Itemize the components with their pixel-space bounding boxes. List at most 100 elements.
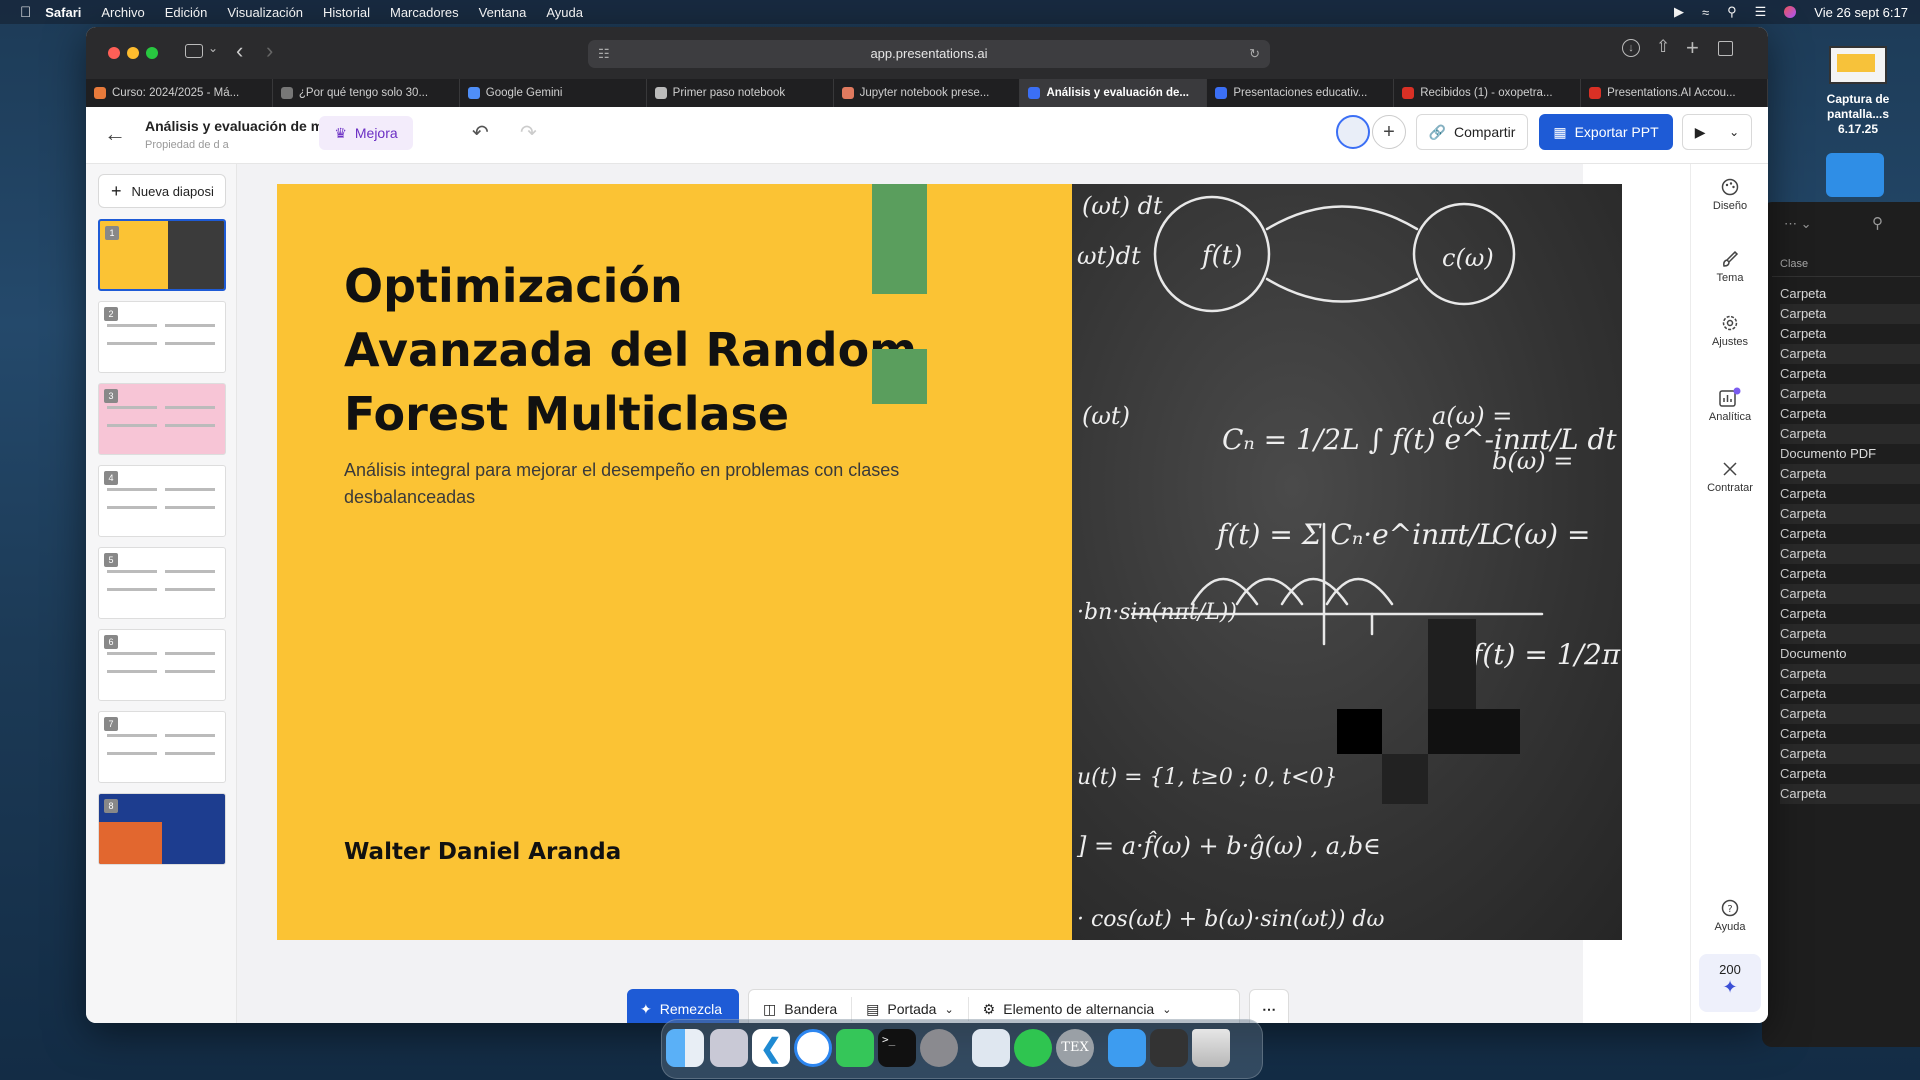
slide-thumbnail[interactable]: 2 <box>98 301 226 373</box>
export-ppt-button[interactable]: ▦ Exportar PPT <box>1539 114 1673 150</box>
terminal-dock-icon[interactable]: >_ <box>878 1029 916 1067</box>
add-collaborator-icon[interactable]: + <box>1372 115 1406 149</box>
browser-tab[interactable]: Jupyter notebook prese... <box>834 79 1021 107</box>
slide-author[interactable]: Walter Daniel Aranda <box>344 839 621 865</box>
redo-icon[interactable]: ↷ <box>520 120 537 145</box>
slide-title[interactable]: Optimización Avanzada del Random Forest … <box>344 254 944 446</box>
finder-row[interactable]: Carpeta <box>1780 344 1920 364</box>
close-window-button[interactable] <box>108 47 120 59</box>
play-circle-icon[interactable]: ▶ <box>1674 4 1684 20</box>
trash-dock-icon[interactable] <box>1192 1029 1230 1067</box>
browser-tab[interactable]: Google Gemini <box>460 79 647 107</box>
design-tool[interactable]: Diseño <box>1691 178 1768 212</box>
menu-archivo[interactable]: Archivo <box>101 5 144 20</box>
finder-row[interactable]: Carpeta <box>1780 604 1920 624</box>
downloads-icon[interactable]: ↓ <box>1622 39 1640 57</box>
page-settings-icon[interactable]: ☷ <box>598 40 610 68</box>
menu-ayuda[interactable]: Ayuda <box>546 5 583 20</box>
finder-row[interactable]: Carpeta <box>1780 424 1920 444</box>
theme-tool[interactable]: Tema <box>1691 250 1768 284</box>
finder-column-header[interactable]: Clase <box>1780 258 1808 270</box>
slide-thumbnail[interactable]: 5 <box>98 547 226 619</box>
browser-tab[interactable]: ¿Por qué tengo solo 30... <box>273 79 460 107</box>
finder-row[interactable]: Carpeta <box>1780 784 1920 804</box>
finder-row[interactable]: Carpeta <box>1780 704 1920 724</box>
reload-icon[interactable]: ↻ <box>1249 40 1260 68</box>
preview-dock-icon[interactable] <box>972 1029 1010 1067</box>
browser-tab[interactable]: Primer paso notebook <box>647 79 834 107</box>
slide[interactable]: Optimización Avanzada del Random Forest … <box>277 184 1622 940</box>
facetime-dock-icon[interactable] <box>836 1029 874 1067</box>
share-icon[interactable]: ⇧ <box>1656 37 1670 57</box>
finder-row[interactable]: Carpeta <box>1780 564 1920 584</box>
menu-historial[interactable]: Historial <box>323 5 370 20</box>
browser-tab[interactable]: Curso: 2024/2025 - Má... <box>86 79 273 107</box>
finder-row[interactable]: Documento <box>1780 644 1920 664</box>
finder-row[interactable]: Carpeta <box>1780 684 1920 704</box>
ai-credits-button[interactable]: 200 ✦ <box>1699 954 1761 1012</box>
back-button[interactable]: ‹ <box>236 38 243 64</box>
zoom-window-button[interactable] <box>146 47 158 59</box>
menu-visualizacion[interactable]: Visualización <box>227 5 303 20</box>
finder-row[interactable]: Carpeta <box>1780 284 1920 304</box>
present-options-chevron-icon[interactable]: ⌄ <box>1729 125 1739 139</box>
finder-row[interactable]: Carpeta <box>1780 744 1920 764</box>
desktop-screenshot-file[interactable]: Captura de pantalla...s 6.17.25 <box>1796 46 1920 137</box>
finder-row[interactable]: Carpeta <box>1780 664 1920 684</box>
apple-icon[interactable]:  <box>20 4 31 21</box>
new-slide-button[interactable]: + Nueva diaposi <box>98 174 226 208</box>
finder-row[interactable]: Carpeta <box>1780 584 1920 604</box>
sidebar-toggle-icon[interactable] <box>185 44 203 58</box>
finder-action-icon[interactable]: ⋯ ⌄ <box>1784 216 1812 232</box>
minimize-window-button[interactable] <box>127 47 139 59</box>
help-tool[interactable]: ? Ayuda <box>1691 899 1768 933</box>
new-tab-icon[interactable]: + <box>1686 35 1699 61</box>
cover-dropdown[interactable]: ▤ Portada ⌄ <box>852 997 969 1021</box>
safari-dock-icon[interactable] <box>794 1029 832 1067</box>
finder-row[interactable]: Carpeta <box>1780 464 1920 484</box>
address-bar[interactable]: ☷ app.presentations.ai ↻ <box>588 40 1270 68</box>
avatar[interactable] <box>1336 115 1370 149</box>
screen-recorder-dock-icon[interactable] <box>1150 1029 1188 1067</box>
finder-row[interactable]: Carpeta <box>1780 404 1920 424</box>
analytics-tool[interactable]: Analítica <box>1691 387 1768 423</box>
chevron-down-icon[interactable]: ⌄ <box>208 41 218 55</box>
back-arrow-icon[interactable]: ← <box>104 121 126 147</box>
finder-row[interactable]: Carpeta <box>1780 304 1920 324</box>
slide-thumbnail[interactable]: 3 <box>98 383 226 455</box>
hire-tool[interactable]: Contratar <box>1691 460 1768 494</box>
siri-icon[interactable] <box>1784 6 1797 18</box>
slide-thumbnail[interactable]: 1 <box>98 219 226 291</box>
finder-row[interactable]: Carpeta <box>1780 504 1920 524</box>
finder-dock-icon[interactable] <box>666 1029 704 1067</box>
document-title[interactable]: Análisis y evaluación de mét... <box>145 118 347 134</box>
launchpad-dock-icon[interactable] <box>710 1029 748 1067</box>
vscode-dock-icon[interactable]: ❮ <box>752 1029 790 1067</box>
menu-marcadores[interactable]: Marcadores <box>390 5 459 20</box>
menu-app-name[interactable]: Safari <box>45 5 81 20</box>
menu-ventana[interactable]: Ventana <box>479 5 527 20</box>
more-options-button[interactable]: ⋯ <box>1249 989 1289 1023</box>
finder-row[interactable]: Carpeta <box>1780 484 1920 504</box>
system-settings-dock-icon[interactable] <box>920 1029 958 1067</box>
finder-row[interactable]: Carpeta <box>1780 524 1920 544</box>
browser-tab[interactable]: Presentaciones educativ... <box>1207 79 1395 107</box>
finder-row[interactable]: Documento PDF <box>1780 444 1920 464</box>
finder-row[interactable]: Carpeta <box>1780 724 1920 744</box>
whatsapp-dock-icon[interactable] <box>1014 1029 1052 1067</box>
present-button[interactable]: ▶ ⌄ <box>1682 114 1752 150</box>
share-button[interactable]: 🔗 Compartir <box>1416 114 1528 150</box>
finder-search-icon[interactable]: ⚲ <box>1872 214 1883 232</box>
wifi-icon[interactable]: ≈ <box>1702 5 1709 20</box>
finder-row[interactable]: Carpeta <box>1780 624 1920 644</box>
chalkboard-image[interactable]: f(t) c(ω) Cₙ = 1/2L ∫ f(t) e^-inπt/L dt … <box>1072 184 1622 940</box>
desktop-folder-icon[interactable] <box>1826 153 1884 197</box>
slide-thumbnail[interactable]: 6 <box>98 629 226 701</box>
remix-button[interactable]: ✦ Remezcla <box>627 989 739 1023</box>
browser-tab[interactable]: Presentations.AI Accou... <box>1581 79 1768 107</box>
browser-tab[interactable]: Análisis y evaluación de... <box>1020 79 1208 107</box>
slide-subtitle[interactable]: Análisis integral para mejorar el desemp… <box>344 457 904 511</box>
menubar-clock[interactable]: Vie 26 sept 6:17 <box>1814 5 1908 20</box>
tab-overview-icon[interactable] <box>1718 41 1733 56</box>
flag-button[interactable]: ◫ Bandera <box>749 997 853 1021</box>
